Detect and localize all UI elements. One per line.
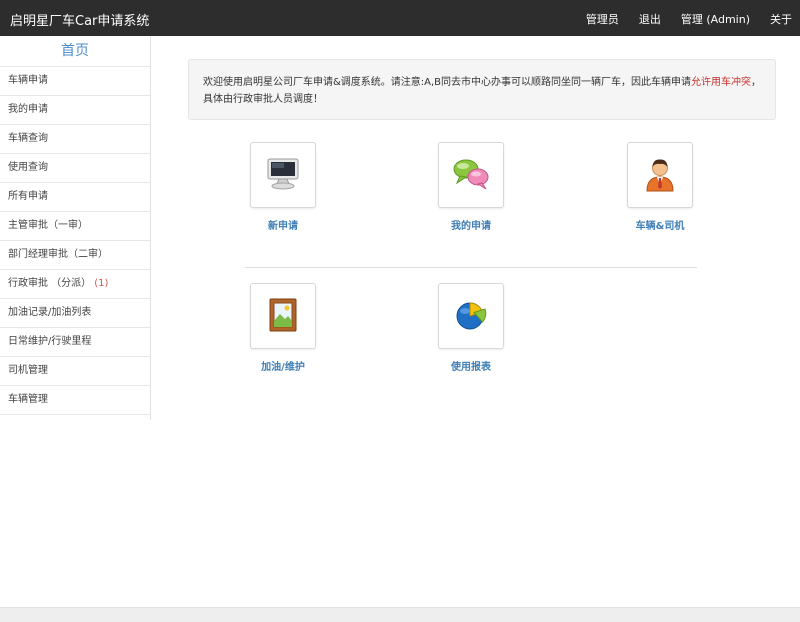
tile-fuel-maintenance[interactable]: 加油/维护 bbox=[233, 283, 333, 373]
notice-text: 欢迎使用启明星公司厂车申请&调度系统。请注意:A,B同去市中心办事可以顺路同坐同… bbox=[203, 77, 692, 88]
chat-bubbles-icon bbox=[452, 157, 490, 194]
tile-label: 加油/维护 bbox=[261, 362, 305, 373]
sidebar-home[interactable]: 首页 bbox=[0, 36, 150, 67]
tile-label: 我的申请 bbox=[451, 221, 491, 232]
tile-icon-box bbox=[438, 283, 504, 349]
tile-usage-report[interactable]: 使用报表 bbox=[421, 283, 521, 373]
tile-icon-box bbox=[250, 283, 316, 349]
pending-count-badge: (1) bbox=[94, 278, 109, 289]
nav-about[interactable]: 关于 bbox=[770, 11, 792, 27]
top-nav-links: 管理员 退出 管理 (Admin) 关于 bbox=[566, 11, 792, 27]
picture-frame-icon bbox=[267, 297, 299, 336]
sidebar-item-maintenance[interactable]: 日常维护/行驶里程 bbox=[0, 328, 150, 357]
person-icon bbox=[643, 156, 677, 195]
tile-label: 使用报表 bbox=[451, 362, 491, 373]
sidebar-item-vehicle-apply[interactable]: 车辆申请 bbox=[0, 67, 150, 96]
tile-icon-box bbox=[250, 142, 316, 208]
sidebar-item-admin-approval[interactable]: 行政审批 （分派） (1) bbox=[0, 270, 150, 299]
tile-label: 新申请 bbox=[268, 221, 298, 232]
tile-new-application[interactable]: 新申请 bbox=[233, 142, 333, 232]
tile-icon-box bbox=[627, 142, 693, 208]
footer-bar bbox=[0, 607, 800, 622]
welcome-notice: 欢迎使用启明星公司厂车申请&调度系统。请注意:A,B同去市中心办事可以顺路同坐同… bbox=[188, 59, 776, 120]
tile-divider bbox=[245, 267, 697, 268]
sidebar-item-vehicle-management[interactable]: 车辆管理 bbox=[0, 386, 150, 415]
sidebar-item-label: 司机管理 bbox=[8, 365, 48, 376]
sidebar-item-label: 车辆查询 bbox=[8, 133, 48, 144]
pie-chart-icon bbox=[453, 297, 489, 336]
nav-manage[interactable]: 管理 (Admin) bbox=[681, 11, 750, 27]
nav-admin-user[interactable]: 管理员 bbox=[586, 11, 619, 27]
sidebar: 首页 车辆申请 我的申请 车辆查询 使用查询 所有申请 主管审批（一审） 部门经… bbox=[0, 36, 151, 420]
sidebar-item-vehicle-query[interactable]: 车辆查询 bbox=[0, 125, 150, 154]
sidebar-item-label: 我的申请 bbox=[8, 104, 48, 115]
computer-icon bbox=[265, 157, 301, 194]
sidebar-item-label: 所有申请 bbox=[8, 191, 48, 202]
sidebar-item-label: 日常维护/行驶里程 bbox=[8, 336, 92, 347]
tile-label: 车辆&司机 bbox=[635, 221, 685, 232]
sidebar-item-label: 行政审批 （分派） bbox=[8, 278, 92, 289]
nav-logout[interactable]: 退出 bbox=[639, 11, 661, 27]
sidebar-item-manager-approval[interactable]: 部门经理审批（二审） bbox=[0, 241, 150, 270]
sidebar-item-driver-management[interactable]: 司机管理 bbox=[0, 357, 150, 386]
sidebar-item-label: 部门经理审批（二审） bbox=[8, 249, 108, 260]
sidebar-item-label: 车辆申请 bbox=[8, 75, 48, 86]
app-title[interactable]: 启明星厂车Car申请系统 bbox=[10, 10, 149, 29]
top-navbar: 启明星厂车Car申请系统 管理员 退出 管理 (Admin) 关于 bbox=[0, 0, 800, 36]
sidebar-item-my-applications[interactable]: 我的申请 bbox=[0, 96, 150, 125]
sidebar-item-fuel-records[interactable]: 加油记录/加油列表 bbox=[0, 299, 150, 328]
tile-my-applications[interactable]: 我的申请 bbox=[421, 142, 521, 232]
sidebar-item-supervisor-approval[interactable]: 主管审批（一审） bbox=[0, 212, 150, 241]
sidebar-item-label: 主管审批（一审） bbox=[8, 220, 88, 231]
sidebar-item-usage-query[interactable]: 使用查询 bbox=[0, 154, 150, 183]
sidebar-item-label: 车辆管理 bbox=[8, 394, 48, 405]
notice-highlight: 允许用车冲突 bbox=[691, 77, 752, 88]
tile-icon-box bbox=[438, 142, 504, 208]
sidebar-item-all-applications[interactable]: 所有申请 bbox=[0, 183, 150, 212]
sidebar-item-label: 使用查询 bbox=[8, 162, 48, 173]
tile-vehicles-drivers[interactable]: 车辆&司机 bbox=[610, 142, 710, 232]
sidebar-item-label: 加油记录/加油列表 bbox=[8, 307, 92, 318]
